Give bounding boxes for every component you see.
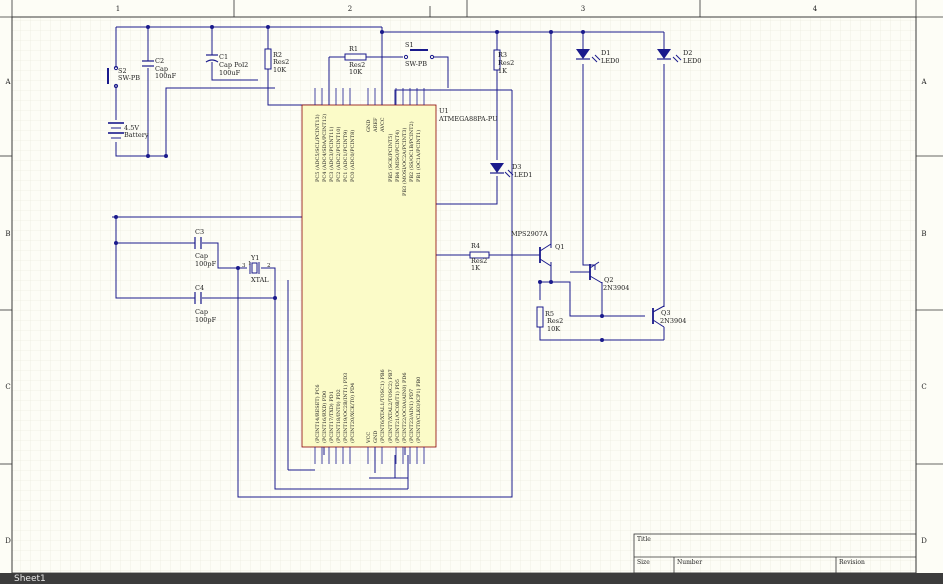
u1-pin-top-2: PC4 (ADC4/SDA/PCINT12) xyxy=(321,114,328,182)
u1-pin-bottom-4: (PCINT18/INT0) PD2 xyxy=(335,389,342,443)
y1-value: XTAL xyxy=(251,276,269,284)
q3-value: 2N3904 xyxy=(660,317,686,325)
c1-value: 100uF xyxy=(219,69,241,77)
c2-value: 100nF xyxy=(155,72,177,80)
u1-pin-bottom-14: (PCINT0/CLKO/ICP1) PB0 xyxy=(415,377,422,443)
size-label: Size xyxy=(637,559,650,566)
q1-ref: Q1 xyxy=(555,243,564,251)
u1-pin-top-1: PC5 (ADC5/SCL/PCINT13) xyxy=(314,114,321,182)
u1-pin-bottom-12: (PCINT22/OC0A/AIN0) PD6 xyxy=(401,372,408,443)
y1-pin3: 3 xyxy=(242,263,246,269)
column-label-4: 4 xyxy=(813,5,818,13)
r4-value: 1K xyxy=(471,264,480,272)
schematic-sheet: 1 2 3 4 A B C D A B C D Title Size Numbe… xyxy=(0,0,943,584)
s1-value: SW-PB xyxy=(405,60,427,68)
u1-pin-top-12: PB3 (MOSI/OC2A/PCINT3) xyxy=(401,127,408,196)
r1-ref: R1 xyxy=(349,45,358,53)
s1-ref: S1 xyxy=(405,41,414,49)
u1-value: ATMEGA88PA-PU xyxy=(438,115,498,123)
u1-pin-top-6: PC0 (ADC0/PCINT8) xyxy=(349,130,356,182)
d1-value: LED0 xyxy=(601,57,619,65)
u1-pin-bottom-6: (PCINT20/XCK/T0) PD4 xyxy=(349,383,356,443)
r2-type: Res2 xyxy=(273,58,289,66)
row-label-b-left: B xyxy=(5,230,10,238)
c1-type: Cap Pol2 xyxy=(219,61,248,69)
c3-type: Cap xyxy=(195,252,208,260)
row-label-a-right: A xyxy=(920,78,927,86)
u1-pin-bottom-7: VCC xyxy=(366,432,372,444)
d3-ref: D3 xyxy=(512,163,521,171)
row-label-a-left: A xyxy=(4,78,11,86)
u1-pin-top-7: GND xyxy=(366,120,372,132)
number-label: Number xyxy=(677,559,702,566)
c4-ref: C4 xyxy=(195,284,204,292)
r5-value: 10K xyxy=(547,325,560,333)
column-label-2: 2 xyxy=(348,5,352,13)
c1-ref: C1 xyxy=(219,53,228,61)
u1-pin-bottom-8: GND xyxy=(373,431,379,443)
title-label: Title xyxy=(637,536,651,543)
u1-pin-top-13: PB2 (SS/OC1B/PCINT2) xyxy=(408,121,415,182)
u1-pin-top-14: PB1 (OC1A/PCINT1) xyxy=(415,130,422,182)
y1-pin2: 2 xyxy=(267,263,271,269)
d3-value: LED1 xyxy=(514,171,532,179)
r2-value: 10K xyxy=(273,66,286,74)
s2-value: SW-PB xyxy=(118,74,140,82)
u1-pin-top-8: AREF xyxy=(373,117,379,133)
d1-ref: D1 xyxy=(601,49,610,57)
u1-pin-bottom-13: (PCINT23/AIN1) PD7 xyxy=(408,389,415,443)
u1-pin-bottom-1: (PCINT14/RESET) PC6 xyxy=(314,384,321,443)
u1-pin-bottom-2: (PCINT16/RXD) PD0 xyxy=(321,391,328,443)
revision-label: Revision xyxy=(839,559,865,566)
q3-ref: Q3 xyxy=(661,309,670,317)
c3-ref: C3 xyxy=(195,228,204,236)
sheet-tab[interactable]: Sheet1 xyxy=(14,574,46,584)
c3-value: 100pF xyxy=(195,260,217,268)
q2-ref: Q2 xyxy=(604,276,613,284)
u1-pin-top-10: PB5 (SCK/PCINT5) xyxy=(387,134,394,182)
r4-ref: R4 xyxy=(471,242,480,250)
u1-pin-bottom-9: (PCINT6/XTAL1/TOSC1) PB6 xyxy=(379,369,386,443)
c4-value: 100pF xyxy=(195,316,217,324)
u1-pin-top-5: PC1 (ADC1/PCINT9) xyxy=(342,130,349,182)
q1-value: MPS2907A xyxy=(511,230,548,238)
u1-pin-bottom-5: (PCINT19/OC2B/INT1) PD3 xyxy=(342,373,349,443)
u1-pin-top-11: PB4 (MISO/PCINT4) xyxy=(394,130,401,182)
row-label-c-left: C xyxy=(5,383,10,391)
column-label-3: 3 xyxy=(581,5,585,13)
r5-type: Res2 xyxy=(547,317,563,325)
c2-ref: C2 xyxy=(155,57,164,65)
r3-value: 1K xyxy=(498,67,507,75)
r1-value: 10K xyxy=(349,68,362,76)
d2-ref: D2 xyxy=(683,49,692,57)
u1-pin-top-9: AVCC xyxy=(380,117,386,133)
row-label-c-right: C xyxy=(921,383,926,391)
r3-type: Res2 xyxy=(498,59,514,67)
c4-type: Cap xyxy=(195,308,208,316)
u1-pin-top-4: PC2 (ADC2/PCINT10) xyxy=(335,127,342,182)
sheet-tab-bar: Sheet1 xyxy=(0,573,943,584)
y1-pin1: 1 xyxy=(248,261,252,267)
battery-type: Battery xyxy=(124,131,149,139)
row-label-b-right: B xyxy=(921,230,926,238)
u1-ref: U1 xyxy=(439,107,449,115)
row-label-d-left: D xyxy=(5,537,11,545)
u1-pin-bottom-10: (PCINT7/XTAL2/TOSC2) PB7 xyxy=(387,369,394,443)
u1-pin-bottom-3: (PCINT17/TXD) PD1 xyxy=(328,391,335,443)
row-label-d-right: D xyxy=(921,537,927,545)
d2-value: LED0 xyxy=(683,57,701,65)
u1-pin-bottom-11: (PCINT21/OC0B/T1) PD5 xyxy=(394,379,401,443)
column-label-1: 1 xyxy=(116,5,120,13)
q2-value: 2N3904 xyxy=(603,284,629,292)
u1-pin-top-3: PC3 (ADC3/PCINT11) xyxy=(328,127,335,182)
r3-ref: R3 xyxy=(498,51,507,59)
